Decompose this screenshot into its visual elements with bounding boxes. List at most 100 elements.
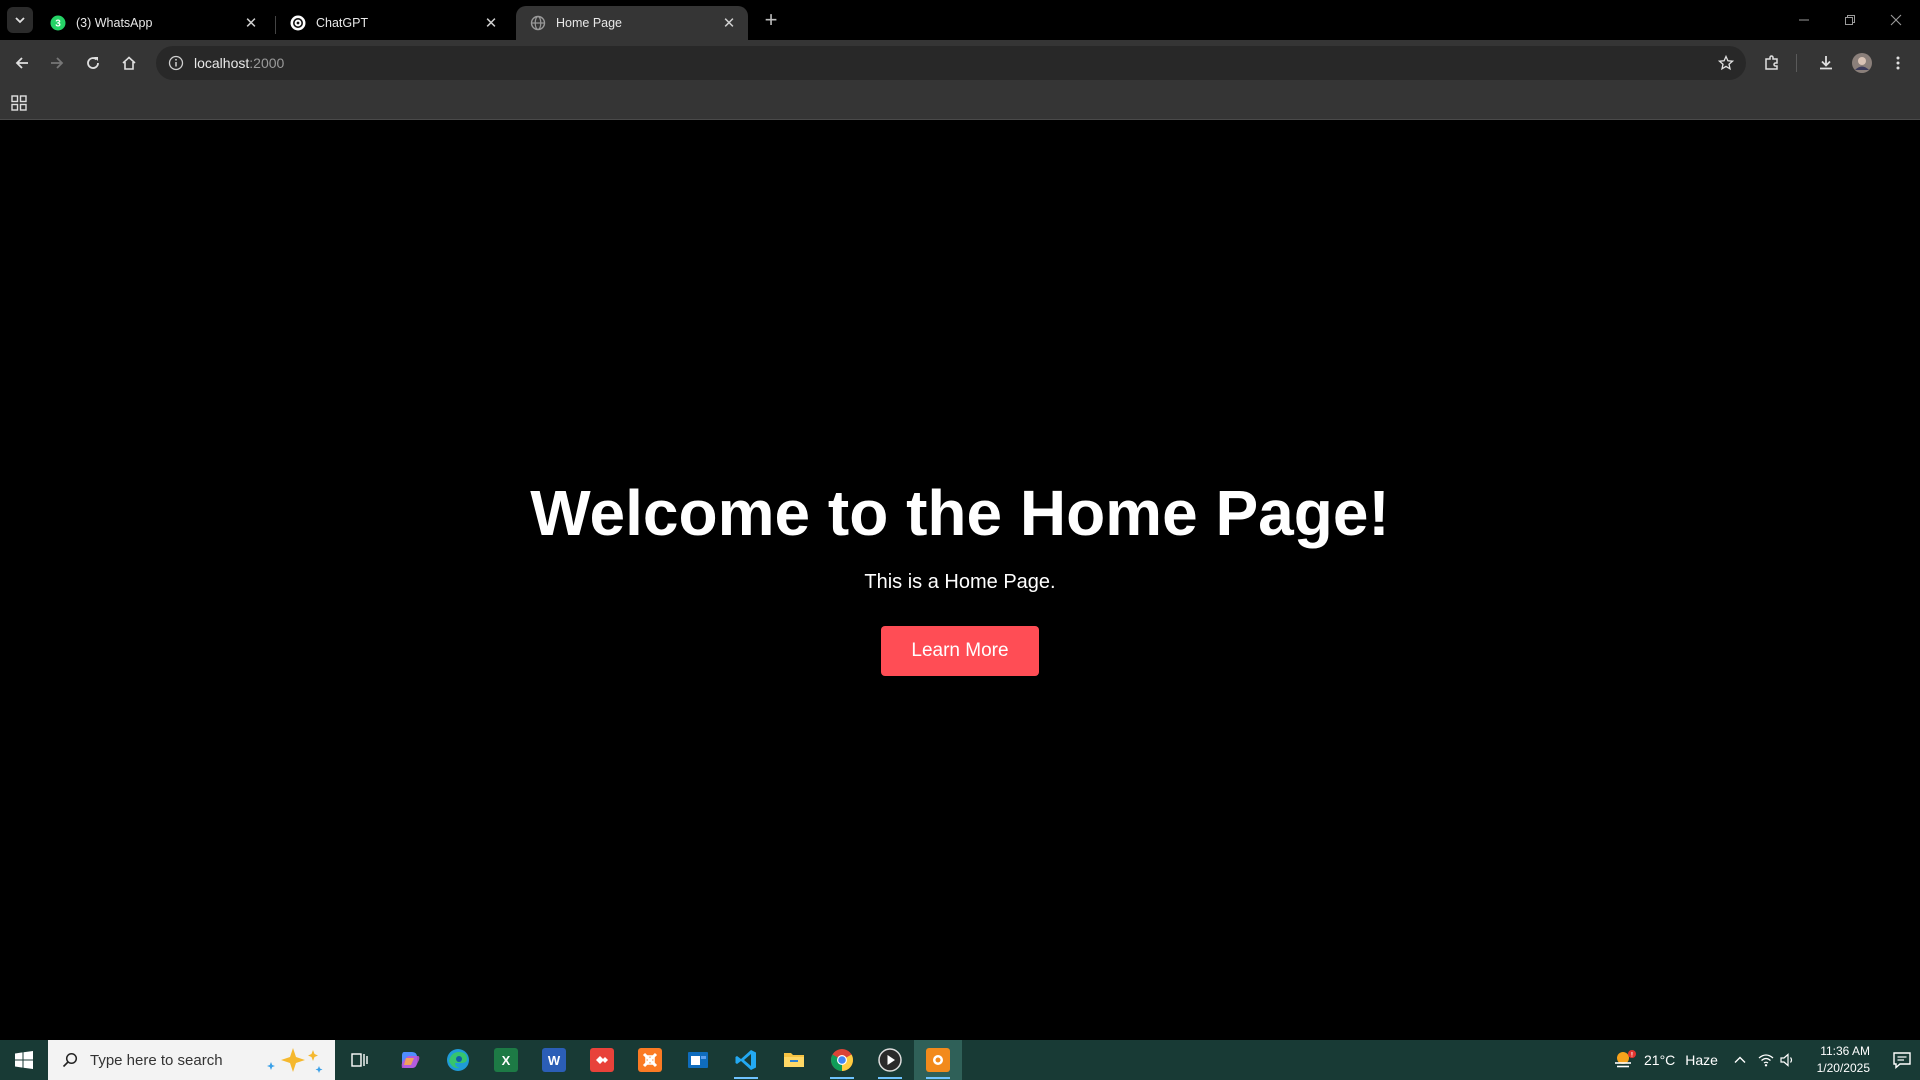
vscode-icon xyxy=(735,1050,756,1070)
edge-icon xyxy=(447,1049,469,1071)
minimize-icon xyxy=(1799,19,1809,21)
chatgpt-icon xyxy=(290,15,306,31)
whatsapp-icon: 3 xyxy=(50,15,66,31)
close-icon[interactable]: ✕ xyxy=(482,14,500,32)
url-port: :2000 xyxy=(249,55,285,71)
media-player-icon xyxy=(878,1048,902,1072)
downloads-button[interactable] xyxy=(1811,48,1841,78)
bookmark-star-icon[interactable] xyxy=(1718,55,1734,71)
weather-widget[interactable]: ! 21°C Haze xyxy=(1612,1040,1718,1080)
weather-haze-icon: ! xyxy=(1615,1050,1636,1068)
close-icon[interactable]: ✕ xyxy=(242,14,260,32)
file-explorer-button[interactable] xyxy=(770,1040,818,1080)
bookmarks-bar xyxy=(0,86,1920,120)
vscode-button[interactable] xyxy=(722,1040,770,1080)
excel-icon: X xyxy=(494,1048,518,1072)
forward-button[interactable] xyxy=(42,48,72,78)
extensions-button[interactable] xyxy=(1757,48,1787,78)
copilot-icon xyxy=(401,1052,420,1068)
word-icon: W xyxy=(542,1048,566,1072)
taskbar-search[interactable]: Type here to search xyxy=(48,1040,335,1080)
notification-center-icon[interactable] xyxy=(1892,1050,1912,1070)
outlook-button[interactable] xyxy=(674,1040,722,1080)
xampp-icon xyxy=(638,1048,662,1072)
close-icon xyxy=(1890,14,1902,26)
start-button[interactable] xyxy=(0,1040,48,1080)
chevron-down-icon xyxy=(15,17,25,24)
weather-temp: 21°C xyxy=(1644,1052,1676,1068)
hero-section: Welcome to the Home Page! This is a Home… xyxy=(0,481,1920,676)
arrow-right-icon xyxy=(51,57,64,69)
url-host: localhost xyxy=(194,55,250,71)
avatar xyxy=(1852,53,1872,73)
anydesk-button[interactable] xyxy=(578,1040,626,1080)
app-icon xyxy=(926,1048,950,1072)
close-window-button[interactable] xyxy=(1873,0,1919,40)
home-icon xyxy=(122,56,136,70)
edge-button[interactable] xyxy=(434,1040,482,1080)
info-icon[interactable] xyxy=(168,55,184,71)
word-button[interactable]: W xyxy=(530,1040,578,1080)
restore-button[interactable] xyxy=(1827,0,1873,40)
svg-text:3: 3 xyxy=(55,19,61,30)
windows-taskbar: Type here to search X W ! 21°C Haze 11:3… xyxy=(0,1040,1920,1080)
search-icon xyxy=(62,1052,78,1068)
tab-title: (3) WhatsApp xyxy=(76,16,153,30)
tab-title: Home Page xyxy=(556,16,623,30)
search-placeholder: Type here to search xyxy=(90,1051,223,1069)
sparkle-icon xyxy=(267,1048,323,1073)
close-icon[interactable]: ✕ xyxy=(720,14,738,32)
tab-title: ChatGPT xyxy=(316,16,369,30)
profile-button[interactable] xyxy=(1847,48,1877,78)
tab-chatgpt[interactable]: ChatGPT ✕ xyxy=(276,6,510,40)
task-view-icon xyxy=(351,1053,368,1067)
windows-logo-icon xyxy=(15,1051,33,1069)
tab-home-page[interactable]: Home Page ✕ xyxy=(516,6,748,40)
page-subtitle: This is a Home Page. xyxy=(864,571,1056,593)
toolbar-divider xyxy=(1796,54,1797,72)
browser-toolbar: localhost:2000 xyxy=(0,40,1920,86)
reload-button[interactable] xyxy=(78,48,108,78)
copilot-button[interactable] xyxy=(386,1040,434,1080)
new-tab-button[interactable]: + xyxy=(757,7,785,32)
back-button[interactable] xyxy=(7,48,37,78)
xampp-button[interactable] xyxy=(626,1040,674,1080)
chrome-icon xyxy=(831,1049,853,1071)
media-player-button[interactable] xyxy=(866,1040,914,1080)
active-app-button[interactable] xyxy=(914,1040,962,1080)
taskbar-clock[interactable]: 11:36 AM 1/20/2025 xyxy=(1806,1043,1870,1077)
clock-date: 1/20/2025 xyxy=(1816,1061,1870,1075)
show-hidden-icons-button[interactable] xyxy=(1733,1040,1747,1080)
puzzle-icon xyxy=(1765,55,1778,70)
file-explorer-icon xyxy=(784,1053,804,1067)
network-icon xyxy=(1758,1054,1774,1067)
learn-more-button[interactable]: Learn More xyxy=(881,626,1039,676)
address-bar[interactable]: localhost:2000 xyxy=(156,46,1746,80)
url-text: localhost:2000 xyxy=(194,55,284,71)
volume-icon xyxy=(1780,1053,1793,1067)
restore-icon xyxy=(1845,15,1855,25)
outlook-icon xyxy=(688,1052,708,1068)
tab-whatsapp[interactable]: 3 (3) WhatsApp ✕ xyxy=(36,6,270,40)
task-view-button[interactable] xyxy=(336,1040,384,1080)
home-button[interactable] xyxy=(114,48,144,78)
minimize-button[interactable] xyxy=(1781,0,1827,40)
download-icon xyxy=(1820,56,1832,70)
chrome-button[interactable] xyxy=(818,1040,866,1080)
network-button[interactable] xyxy=(1758,1040,1774,1080)
reload-icon xyxy=(87,57,99,69)
volume-button[interactable] xyxy=(1780,1040,1796,1080)
apps-grid-icon[interactable] xyxy=(10,94,28,112)
tab-search-button[interactable] xyxy=(7,7,33,33)
anydesk-icon xyxy=(590,1048,614,1072)
globe-icon xyxy=(530,15,546,31)
menu-button[interactable] xyxy=(1883,48,1913,78)
weather-condition: Haze xyxy=(1685,1052,1718,1068)
more-vertical-icon xyxy=(1896,56,1900,70)
clock-time: 11:36 AM xyxy=(1820,1044,1870,1058)
page-viewport: Welcome to the Home Page! This is a Home… xyxy=(0,121,1920,1040)
svg-text:!: ! xyxy=(1631,1052,1633,1059)
chevron-up-icon xyxy=(1734,1056,1746,1063)
arrow-left-icon xyxy=(15,57,28,69)
excel-button[interactable]: X xyxy=(482,1040,530,1080)
